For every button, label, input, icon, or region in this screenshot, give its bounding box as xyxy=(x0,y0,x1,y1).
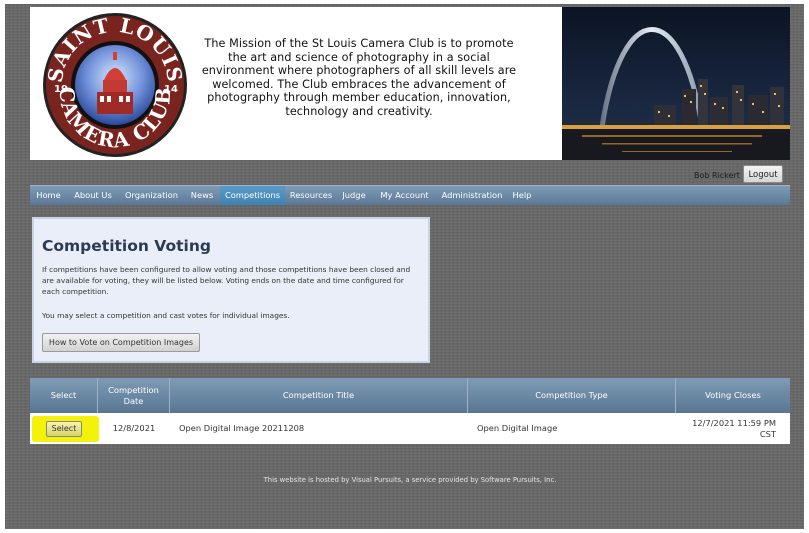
how-to-vote-button[interactable]: How to Vote on Competition Images xyxy=(42,333,200,352)
column-header-date: Competition Date xyxy=(98,378,170,413)
camera-club-logo[interactable]: SAINT LOUIS CAMERA CLUB 19 14 xyxy=(40,10,190,160)
logo-year-right: 14 xyxy=(164,84,178,95)
competition-type: Open Digital Image xyxy=(477,423,558,434)
voting-closes: 12/7/2021 11:59 PM CST xyxy=(692,418,776,439)
column-header-type: Competition Type xyxy=(468,378,676,413)
column-header-select: Select xyxy=(30,378,98,413)
user-name: Bob Rickert xyxy=(694,171,740,180)
page-title: Competition Voting xyxy=(42,237,211,255)
mission-statement: The Mission of the St Louis Camera Club … xyxy=(201,37,517,118)
competition-voting-panel: Competition Voting If competitions have … xyxy=(32,217,430,363)
nav-administration[interactable]: Administration xyxy=(436,186,508,205)
table-row: Select 12/8/2021 Open Digital Image 2021… xyxy=(30,413,790,444)
nav-news[interactable]: News xyxy=(184,186,220,205)
nav-resources[interactable]: Resources xyxy=(286,186,336,205)
nav-about-us[interactable]: About Us xyxy=(67,186,119,205)
table-header: Select Competition Date Competition Titl… xyxy=(30,378,790,413)
nav-competitions[interactable]: Competitions xyxy=(220,186,285,205)
nav-help[interactable]: Help xyxy=(508,186,536,205)
competition-title: Open Digital Image 20211208 xyxy=(179,423,305,434)
voting-description: If competitions have been configured to … xyxy=(42,265,411,296)
footer-text: This website is hosted by Visual Pursuit… xyxy=(263,476,557,484)
main-nav: Home About Us Organization News Competit… xyxy=(30,185,790,205)
site-header: SAINT LOUIS CAMERA CLUB 19 14 The Missio… xyxy=(30,7,790,160)
nav-home[interactable]: Home xyxy=(30,186,67,205)
nav-judge[interactable]: Judge xyxy=(336,186,372,205)
page-background: SAINT LOUIS CAMERA CLUB 19 14 The Missio… xyxy=(5,4,804,529)
column-header-closes: Voting Closes xyxy=(705,390,761,401)
column-header-title: Competition Title xyxy=(170,378,468,413)
nav-my-account[interactable]: My Account xyxy=(373,186,436,205)
gateway-arch-photo xyxy=(562,7,790,160)
nav-organization[interactable]: Organization xyxy=(119,186,184,205)
select-button[interactable]: Select xyxy=(46,421,82,437)
logo-year-left: 19 xyxy=(54,84,68,95)
logout-button[interactable]: Logout xyxy=(743,165,783,183)
competition-date: 12/8/2021 xyxy=(112,423,156,434)
competitions-table: Select Competition Date Competition Titl… xyxy=(30,378,790,444)
voting-instructions: You may select a competition and cast vo… xyxy=(42,311,290,320)
